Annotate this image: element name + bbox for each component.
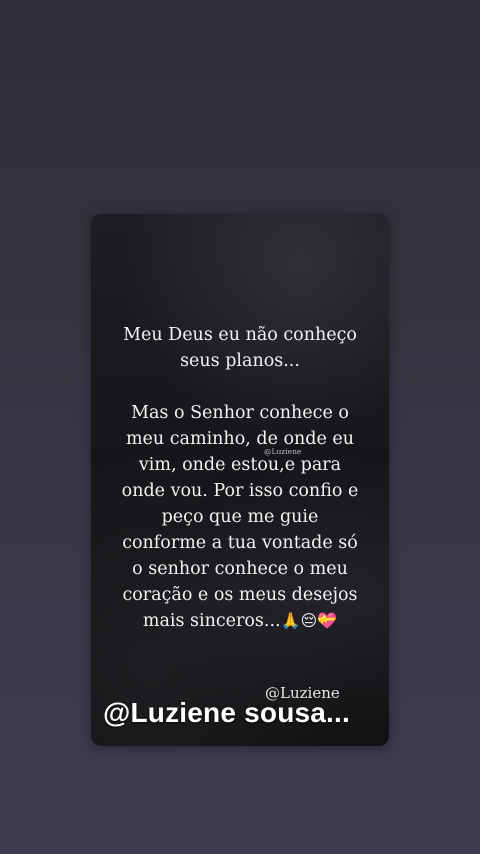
quote-line: Mas o Senhor conhece o bbox=[131, 403, 349, 423]
quote-line: seus planos... bbox=[180, 351, 300, 371]
quote-line: vim, onde estou,e para bbox=[138, 455, 342, 475]
watermark-small: @Luziene bbox=[264, 447, 302, 456]
emoji-group: 🙏😔💝 bbox=[280, 611, 338, 630]
user-handle-title[interactable]: @Luziene sousa... bbox=[103, 697, 350, 729]
quote-line: onde vou. Por isso confio e bbox=[121, 481, 359, 501]
quote-line: meu caminho, de onde eu bbox=[125, 429, 355, 449]
quote-line: o senhor conhece o meu bbox=[132, 559, 348, 579]
quote-line: conforme a tua vontade só bbox=[122, 533, 358, 553]
quote-line: coração e os meus desejos bbox=[122, 585, 358, 605]
quote-line-last: mais sinceros...🙏😔💝 bbox=[105, 608, 375, 634]
story-card[interactable]: Meu Deus eu não conheço seus planos... M… bbox=[91, 214, 389, 746]
quote-line: peço que me guie bbox=[161, 507, 319, 527]
quote-line: Meu Deus eu não conheço bbox=[123, 325, 357, 345]
quote-text: Meu Deus eu não conheço seus planos... M… bbox=[105, 322, 375, 634]
quote-line-text: mais sinceros... bbox=[142, 611, 281, 631]
